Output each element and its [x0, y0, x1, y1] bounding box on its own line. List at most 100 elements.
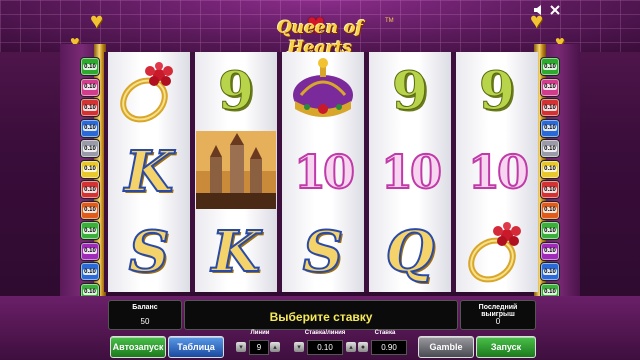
left-line-button[interactable]: 0.10 — [81, 160, 99, 178]
coin-icon: ● — [360, 343, 366, 351]
reel-symbol-cell: 10 — [456, 132, 538, 212]
paytable-button[interactable]: Таблица — [168, 336, 224, 358]
status-message: Выберите ставку — [269, 310, 373, 324]
bet-line-increase-button[interactable]: ▴ — [346, 342, 356, 352]
symbol-nine: 9 — [478, 61, 516, 122]
line-bet-label: 0.10 — [83, 166, 97, 172]
symbol-ten: 10 — [293, 145, 356, 199]
gamble-button[interactable]: Gamble — [418, 336, 474, 358]
right-line-button[interactable]: 0.10 — [541, 78, 559, 96]
lines-decrease-button[interactable]: ▾ — [236, 342, 246, 352]
line-bet-label: 0.10 — [543, 166, 557, 172]
last-win-label: Последний выигрыш — [478, 304, 518, 318]
left-line-button[interactable]: 0.10 — [81, 78, 99, 96]
left-line-button[interactable]: 0.10 — [81, 201, 99, 219]
line-bet-label: 0.10 — [83, 145, 97, 152]
line-bet-label: 0.10 — [543, 289, 557, 295]
close-icon[interactable] — [548, 3, 562, 17]
symbol-nine: 9 — [391, 61, 429, 122]
left-line-button[interactable]: 0.10 — [81, 119, 99, 137]
balance-box: Баланс 50 — [108, 300, 182, 330]
start-button[interactable]: Запуск — [476, 336, 536, 358]
game-logo: ♥ Queen of Hearts TM — [245, 6, 395, 58]
total-bet-label: Ставка — [374, 330, 396, 336]
plus-icon: ▴ — [349, 344, 353, 351]
balance-label: Баланс — [132, 304, 158, 311]
line-bet-label: 0.10 — [83, 63, 97, 70]
plus-icon: ▴ — [273, 344, 277, 351]
line-bet-label: 0.10 — [543, 104, 557, 111]
line-bet-label: 0.10 — [543, 186, 557, 193]
balance-value: 50 — [140, 317, 150, 326]
line-bet-label: 0.10 — [83, 207, 97, 213]
right-line-button[interactable]: 0.10 — [541, 222, 559, 239]
castle-image — [196, 130, 276, 214]
reel-symbol-cell: K — [108, 132, 190, 212]
line-bet-label: 0.10 — [543, 125, 557, 131]
line-bet-label: 0.10 — [543, 227, 557, 234]
line-bet-label: 0.10 — [543, 145, 557, 152]
reel-symbol-cell: Q — [369, 212, 451, 292]
reel-symbol-cell: 9 — [195, 52, 277, 132]
bet-line-decrease-button[interactable]: ▾ — [294, 342, 304, 352]
total-bet-value: 0.90 — [371, 340, 407, 355]
left-line-button[interactable]: 0.10 — [81, 242, 99, 260]
line-bet-label: 0.10 — [83, 125, 97, 131]
total-bet-icon[interactable]: ● — [358, 342, 368, 352]
right-line-button[interactable]: 0.10 — [541, 181, 559, 198]
reel-symbol-cell: 10 — [369, 132, 451, 212]
right-line-button[interactable]: 0.10 — [541, 58, 559, 75]
line-bet-label: 0.10 — [83, 248, 97, 254]
right-line-button[interactable]: 0.10 — [541, 99, 559, 116]
line-bet-label: 0.10 — [543, 207, 557, 213]
left-line-button[interactable]: 0.10 — [81, 181, 99, 198]
line-bet-label: 0.10 — [543, 84, 557, 90]
minus-icon: ▾ — [239, 344, 243, 351]
reels-area: K S 9 K 10 S 9 10 Q 9 10 — [104, 52, 538, 292]
right-line-button[interactable]: 0.10 — [541, 119, 559, 137]
reel-symbol-cell: 9 — [456, 52, 538, 132]
reel: 9K — [195, 52, 277, 292]
left-line-button[interactable]: 0.10 — [81, 58, 99, 75]
line-bet-label: 0.10 — [543, 268, 557, 275]
right-line-button[interactable]: 0.10 — [541, 201, 559, 219]
last-win-value: 0 — [495, 317, 501, 326]
bet-per-line-label: Ставка/линия — [304, 330, 346, 336]
left-line-button[interactable]: 0.10 — [81, 99, 99, 116]
left-line-button[interactable]: 0.10 — [81, 263, 99, 280]
reel-symbol-cell: 9 — [369, 52, 451, 132]
line-bet-label: 0.10 — [83, 268, 97, 275]
line-bet-label: 0.10 — [83, 289, 97, 295]
line-bet-label: 0.10 — [83, 84, 97, 90]
right-line-button[interactable]: 0.10 — [541, 160, 559, 178]
line-bet-label: 0.10 — [83, 104, 97, 111]
left-line-button[interactable]: 0.10 — [81, 140, 99, 157]
message-box: Выберите ставку — [184, 300, 458, 330]
right-line-button[interactable]: 0.10 — [541, 263, 559, 280]
line-bet-label: 0.10 — [543, 63, 557, 70]
right-line-button[interactable]: 0.10 — [541, 242, 559, 260]
bet-per-line-value: 0.10 — [307, 340, 343, 355]
gold-heart-icon: ♥ — [90, 8, 104, 33]
symbol-k: K — [124, 139, 175, 205]
reel: 9 10 Q — [369, 52, 451, 292]
lines-value: 9 — [249, 340, 269, 355]
reel: KS — [108, 52, 190, 292]
autoplay-button[interactable]: Автозапуск — [110, 336, 166, 358]
reel-symbol-cell — [108, 52, 190, 132]
left-line-button[interactable]: 0.10 — [81, 222, 99, 239]
symbol-k: K — [211, 219, 262, 285]
symbol-ten: 10 — [380, 145, 443, 199]
symbol-ten: 10 — [467, 145, 530, 199]
lines-increase-button[interactable]: ▴ — [270, 342, 280, 352]
speaker-icon[interactable] — [532, 3, 546, 17]
symbol-s: S — [128, 219, 170, 285]
reel-symbol-cell — [195, 130, 277, 214]
symbol-s: S — [302, 219, 344, 285]
right-line-button[interactable]: 0.10 — [541, 140, 559, 157]
reel-symbol-cell: S — [108, 212, 190, 292]
ring-icon — [114, 55, 184, 130]
ring-icon — [462, 215, 532, 290]
lines-label: Линии — [250, 330, 270, 336]
line-bet-label: 0.10 — [83, 227, 97, 234]
